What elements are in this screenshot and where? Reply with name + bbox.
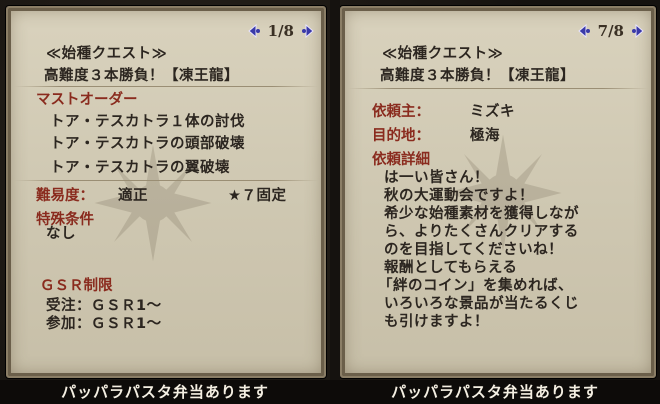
client-label: 依頼主：	[372, 104, 430, 120]
divider	[14, 86, 318, 87]
quest-title: 高難度３本勝負！【凍王龍】	[380, 68, 575, 84]
page-indicator: 1/8	[246, 22, 316, 40]
star-rank-value: ★７固定	[228, 188, 287, 204]
difficulty-label: 難易度：	[36, 188, 94, 204]
quest-title: 高難度３本勝負！【凍王龍】	[44, 68, 239, 84]
objective-item: トア・テスカトラの翼破壊	[50, 160, 230, 176]
gsr-limit-label: ＧＳＲ制限	[40, 278, 113, 294]
special-conditions-value: なし	[46, 226, 76, 242]
destination-value: 極海	[470, 128, 500, 144]
prev-page-icon[interactable]	[246, 23, 262, 39]
status-ticker: パッパラパスタ弁当あります	[0, 380, 330, 404]
prev-page-icon[interactable]	[576, 23, 592, 39]
divider	[14, 180, 318, 181]
quest-category: ≪始種クエスト≫	[382, 46, 504, 62]
difficulty-value: 適正	[118, 188, 148, 204]
page-number: 7/8	[597, 22, 624, 40]
page-number: 1/8	[267, 22, 294, 40]
divider	[348, 88, 648, 89]
objective-item: トア・テスカトラの頭部破壊	[50, 136, 245, 152]
panel-gap	[330, 0, 340, 380]
quest-category: ≪始種クエスト≫	[46, 46, 168, 62]
join-gsr-limit: 参加：ＧＳＲ1～	[46, 316, 162, 332]
destination-label: 目的地：	[372, 128, 430, 144]
quest-details-panel: 7/8 ≪始種クエスト≫ 高難度３本勝負！【凍王龍】 依頼主： ミズキ 目的地：…	[340, 6, 656, 378]
page-indicator: 7/8	[576, 22, 646, 40]
must-order-label: マストオーダー	[36, 92, 138, 108]
details-line: も引けますよ！	[384, 314, 489, 330]
objective-item: トア・テスカトラ１体の討伐	[50, 114, 245, 130]
next-page-icon[interactable]	[630, 23, 646, 39]
client-value: ミズキ	[470, 104, 515, 120]
status-ticker: パッパラパスタ弁当あります	[330, 380, 660, 404]
quest-info-panel: 1/8 ≪始種クエスト≫ 高難度３本勝負！【凍王龍】 マストオーダー トア・テス…	[6, 6, 326, 378]
next-page-icon[interactable]	[300, 23, 316, 39]
